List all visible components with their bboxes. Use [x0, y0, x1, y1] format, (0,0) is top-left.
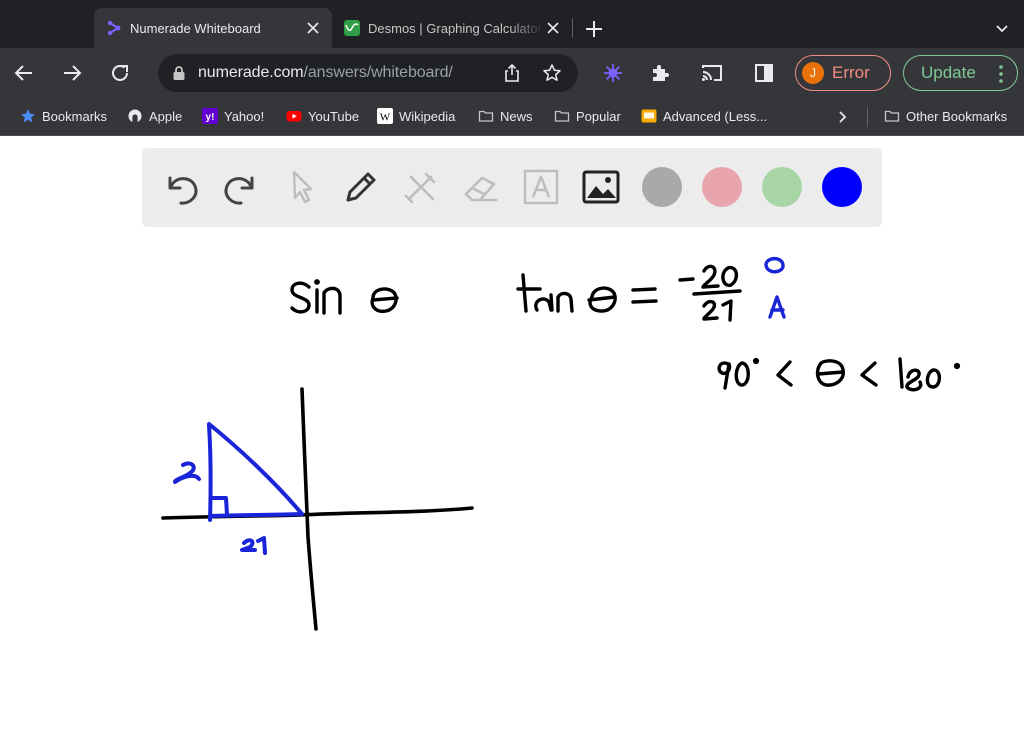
whiteboard-toolbar [142, 148, 882, 227]
tab-title: Numerade Whiteboard [130, 20, 261, 36]
address-bar[interactable]: numerade.com/answers/whiteboard/ [158, 54, 578, 92]
bookmark-yahoo[interactable]: y! Yahoo! [202, 108, 264, 124]
bookmark-label: Apple [149, 108, 183, 124]
bookmark-label: Yahoo! [224, 108, 265, 124]
text-icon[interactable] [520, 166, 562, 208]
bookmark-other-bookmarks[interactable]: Other Bookmarks [884, 108, 1007, 124]
more-menu-icon[interactable] [999, 65, 1003, 83]
pen-icon[interactable] [340, 166, 382, 208]
numerade-logo-icon [107, 20, 121, 36]
star-icon [21, 109, 35, 123]
bookmark-label: Popular [576, 108, 621, 124]
wikipedia-icon: W [377, 108, 393, 124]
whiteboard-drawing [161, 256, 961, 631]
yahoo-icon: y! [202, 108, 218, 124]
bookmark-wikipedia[interactable]: W Wikipedia [377, 108, 455, 124]
bookmark-advanced[interactable]: Advanced (Less... [641, 108, 767, 124]
close-tab-icon[interactable] [304, 19, 322, 37]
url-path: /answers/whiteboard/ [303, 64, 453, 81]
color-swatch-green[interactable] [762, 167, 802, 207]
redo-icon[interactable] [220, 166, 262, 208]
image-icon[interactable] [580, 166, 622, 208]
tab-title: Desmos | Graphing Calculator [368, 20, 542, 36]
tab-separator [572, 18, 573, 38]
svg-text:y!: y! [206, 112, 215, 123]
profile-error-button[interactable]: J Error [795, 55, 891, 91]
forward-arrow-icon[interactable] [60, 61, 84, 85]
new-tab-plus-icon[interactable] [582, 17, 606, 41]
ink-tan-theta-equation [516, 264, 742, 322]
folder-icon [884, 110, 900, 122]
avatar: J [802, 62, 824, 84]
bookmarks-bar: Bookmarks Apple y! Yahoo! YouTube W Wiki… [0, 98, 1024, 136]
back-arrow-icon[interactable] [12, 61, 36, 85]
chevron-right-icon[interactable] [834, 109, 850, 125]
tab-numerade-whiteboard[interactable]: Numerade Whiteboard [94, 8, 332, 48]
bookmark-label: Other Bookmarks [906, 108, 1008, 124]
bookmark-label: YouTube [308, 108, 360, 124]
cast-icon[interactable] [700, 61, 724, 85]
undo-icon[interactable] [160, 166, 202, 208]
bookmark-apple[interactable]: Apple [127, 108, 182, 124]
apple-icon [128, 109, 142, 123]
share-icon[interactable] [502, 63, 522, 83]
bookmark-label: Bookmarks [42, 108, 108, 124]
desmos-logo-icon [344, 20, 360, 36]
folder-icon [478, 110, 494, 122]
tab-strip: Numerade Whiteboard Desmos | Graphing Ca… [0, 0, 1024, 48]
color-swatch-blue[interactable] [822, 167, 862, 207]
eraser-icon[interactable] [460, 166, 502, 208]
profile-error-label: Error [832, 63, 870, 82]
youtube-icon [286, 111, 302, 122]
bookmark-youtube[interactable]: YouTube [286, 108, 359, 124]
url-host: numerade.com [198, 64, 304, 81]
ink-sin-theta [290, 279, 399, 315]
ink-reference-triangle [172, 422, 304, 555]
tab-search-chevron-icon[interactable] [994, 20, 1010, 36]
url-text: numerade.com/answers/whiteboard/ [198, 64, 453, 82]
bookmark-page-icon [641, 109, 657, 123]
bookmark-folder-news[interactable]: News [478, 108, 533, 124]
color-swatch-pink[interactable] [702, 167, 742, 207]
color-swatch-gray[interactable] [642, 167, 682, 207]
extensions-puzzle-icon[interactable] [649, 61, 673, 85]
bookmarks-separator [867, 107, 868, 127]
update-button[interactable]: Update [903, 55, 1018, 91]
tab-desmos[interactable]: Desmos | Graphing Calculator [336, 8, 572, 48]
whiteboard-canvas[interactable] [0, 137, 1024, 742]
pointer-icon[interactable] [280, 166, 322, 208]
reload-icon[interactable] [108, 61, 132, 85]
bookmark-label: Advanced (Less... [663, 108, 768, 124]
lock-icon[interactable] [172, 65, 186, 81]
bookmark-star-icon[interactable] [542, 63, 562, 83]
side-panel-icon[interactable] [752, 61, 776, 85]
bookmark-bookmarks[interactable]: Bookmarks [20, 108, 107, 124]
ink-quadrant-inequality [717, 357, 961, 392]
bookmark-label: Wikipedia [399, 108, 456, 124]
tools-icon[interactable] [400, 166, 442, 208]
browser-toolbar: numerade.com/answers/whiteboard/ J Error… [0, 48, 1024, 98]
bookmark-label: News [500, 108, 533, 124]
svg-text:W: W [380, 112, 391, 124]
bookmark-folder-popular[interactable]: Popular [554, 108, 621, 124]
close-tab-icon[interactable] [544, 19, 562, 37]
folder-icon [554, 110, 570, 122]
extension-sparkle-icon[interactable] [601, 61, 625, 85]
update-label: Update [921, 63, 976, 82]
ink-opposite-adjacent [764, 256, 786, 319]
